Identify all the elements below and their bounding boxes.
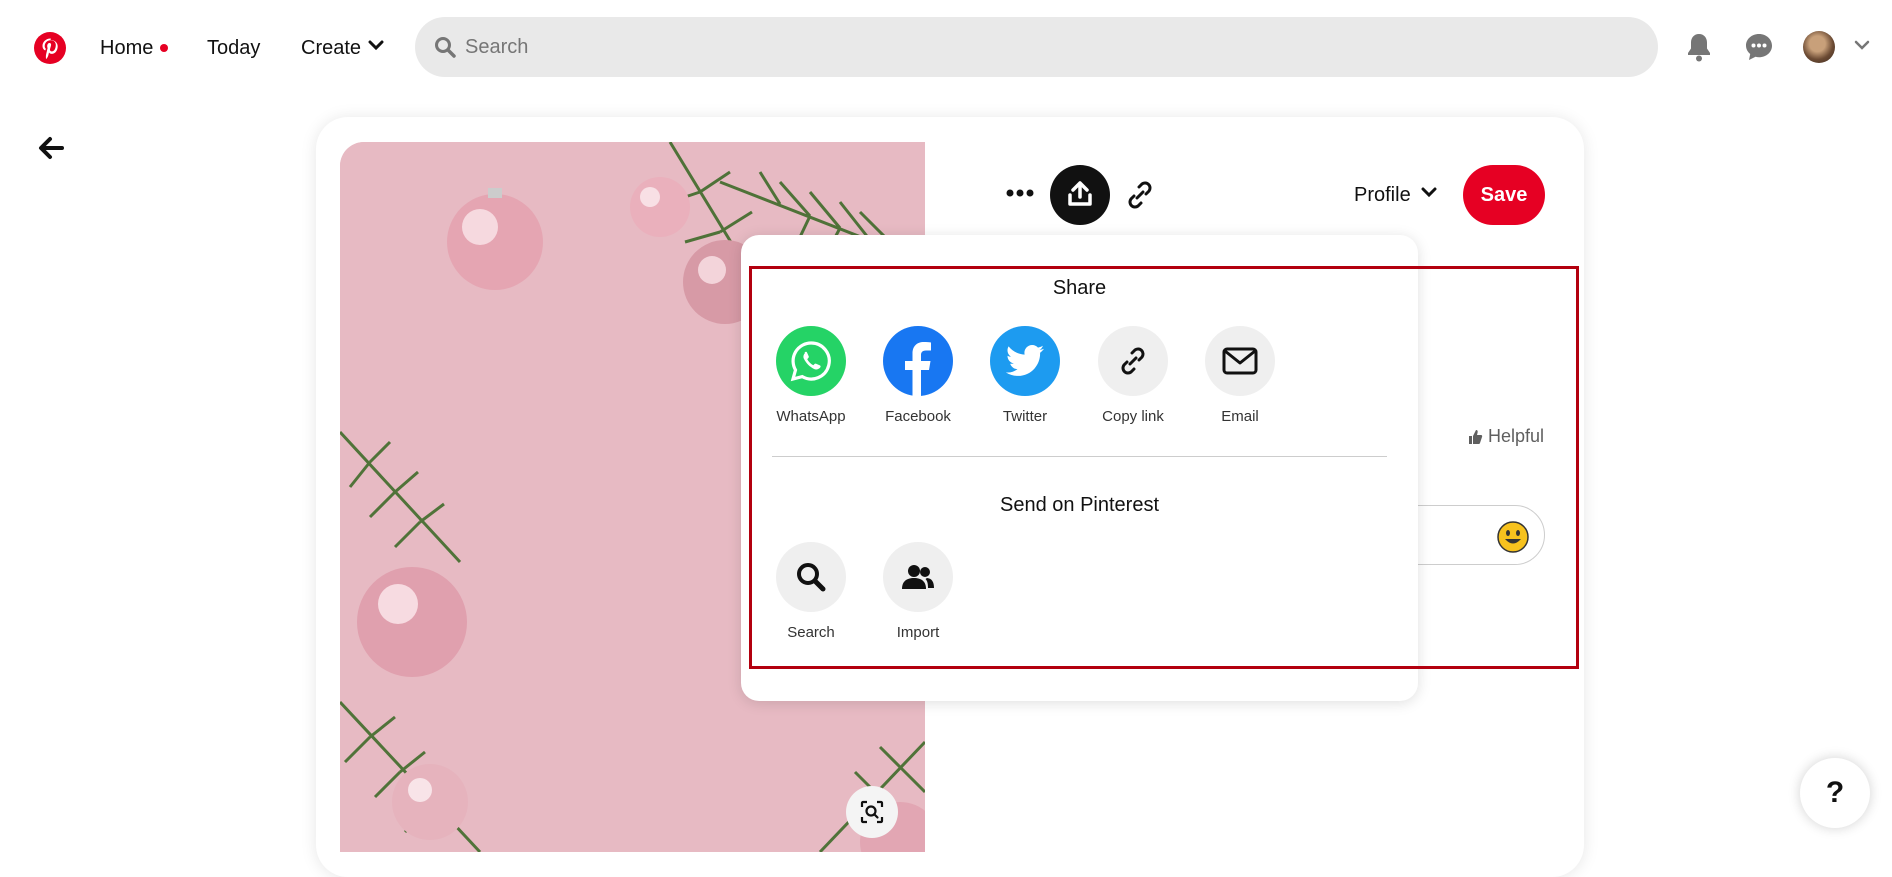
nav-today[interactable]: Today: [207, 36, 260, 60]
avatar[interactable]: [1803, 31, 1835, 63]
visual-search-button[interactable]: [846, 786, 898, 838]
more-options-icon[interactable]: [1000, 178, 1040, 208]
bell-icon[interactable]: [1682, 30, 1716, 64]
link-icon[interactable]: [1124, 179, 1156, 211]
chevron-down-icon[interactable]: [1854, 40, 1870, 52]
back-arrow-icon[interactable]: [36, 134, 66, 162]
board-select-label[interactable]: Profile: [1354, 184, 1411, 207]
notification-dot: [160, 44, 168, 52]
highlight-box: [749, 266, 1579, 669]
messages-icon[interactable]: [1742, 30, 1776, 64]
lens-icon: [860, 800, 884, 824]
save-button[interactable]: Save: [1463, 165, 1545, 225]
search-icon: [435, 37, 456, 58]
search-input[interactable]: [465, 30, 1615, 64]
upload-share-icon: [1068, 181, 1092, 206]
pinterest-logo-icon: [42, 38, 58, 60]
help-button[interactable]: ?: [1800, 758, 1870, 828]
chevron-down-icon[interactable]: [368, 40, 384, 52]
share-button[interactable]: [1050, 165, 1110, 225]
pinterest-logo[interactable]: [34, 32, 66, 64]
nav-create[interactable]: Create: [301, 36, 361, 60]
nav-home[interactable]: Home: [100, 36, 153, 60]
chevron-down-icon[interactable]: [1421, 187, 1437, 199]
top-navigation: Home Today Create: [0, 0, 1892, 96]
